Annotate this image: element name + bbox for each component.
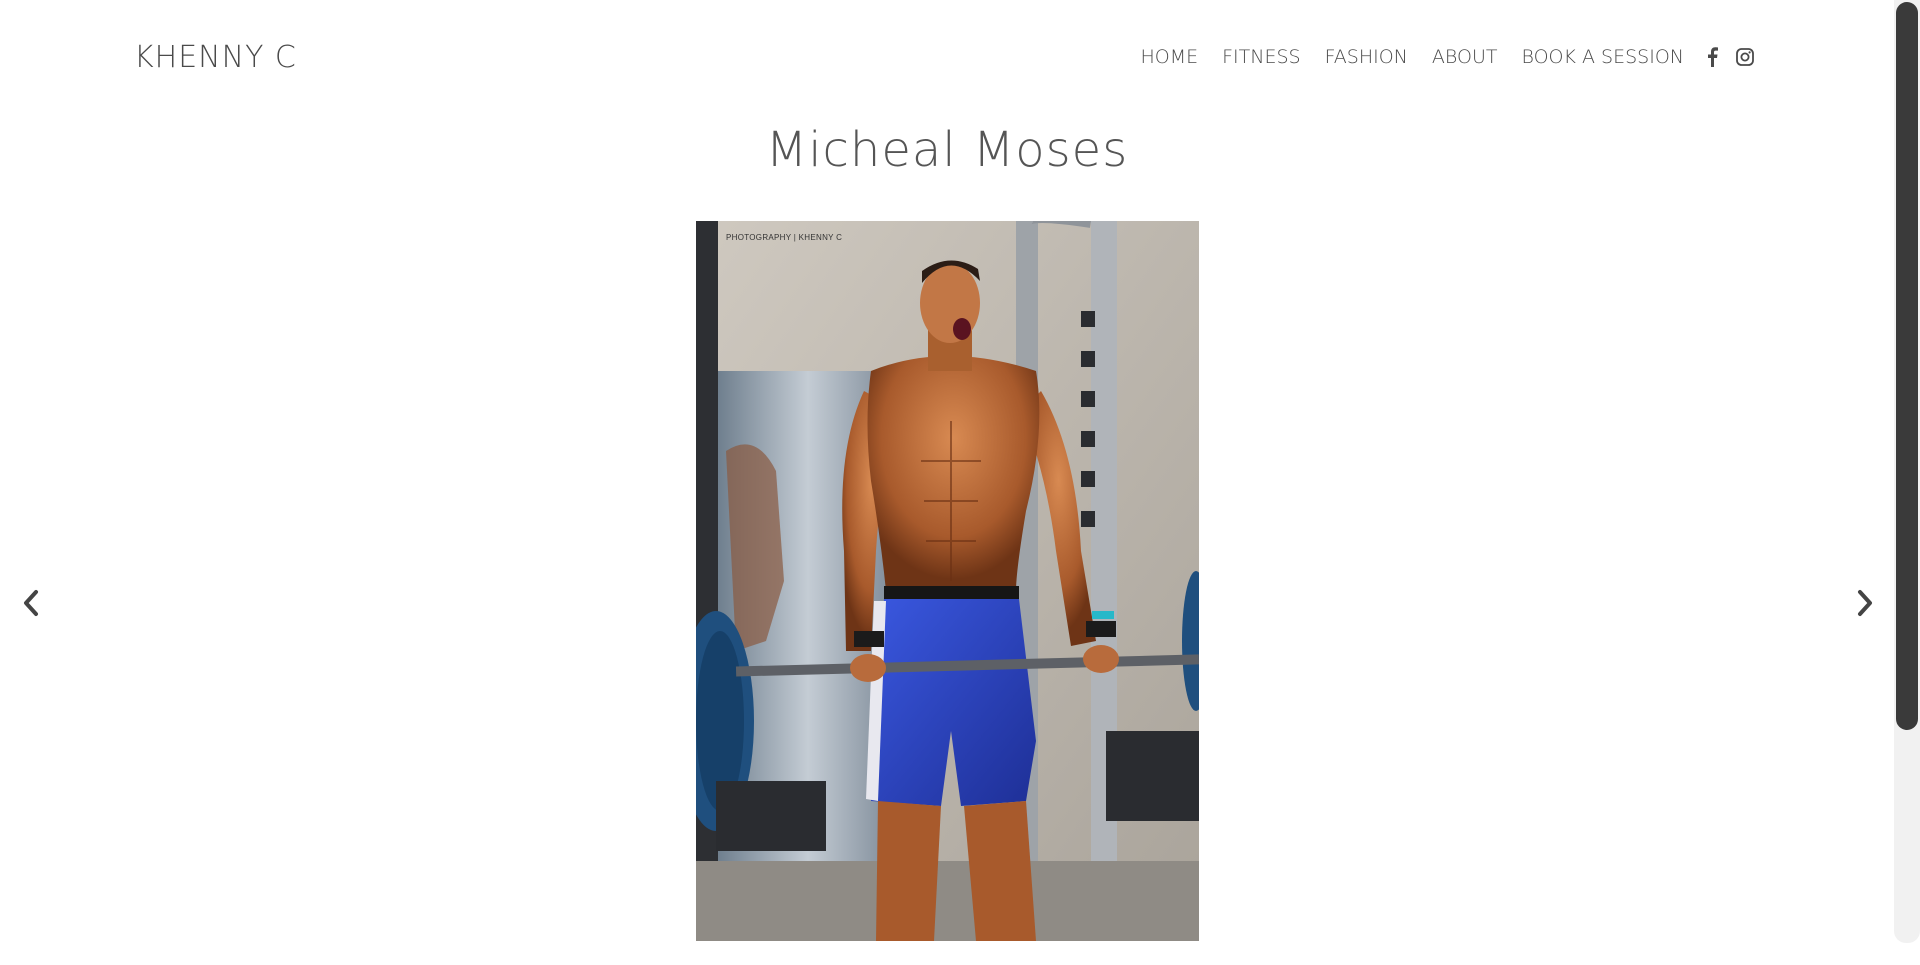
next-photo-button[interactable] [1850, 586, 1880, 620]
photo-watermark: PHOTOGRAPHY | KHENNY C [726, 233, 843, 242]
page: KHENNY C HOME FITNESS FASHION ABOUT BOOK… [0, 0, 1920, 965]
site-logo[interactable]: KHENNY C [134, 40, 297, 75]
chevron-right-icon [1858, 590, 1872, 616]
gallery-photo[interactable]: PHOTOGRAPHY | KHENNY C [696, 221, 1199, 941]
nav-fashion[interactable]: FASHION [1325, 46, 1408, 68]
social-links [1706, 47, 1754, 67]
chevron-left-icon [24, 590, 38, 616]
main-nav: HOME FITNESS FASHION ABOUT BOOK A SESSIO… [1140, 46, 1754, 68]
gallery-title: Micheal Moses [765, 122, 1129, 178]
previous-photo-button[interactable] [16, 586, 46, 620]
nav-home[interactable]: HOME [1140, 46, 1198, 68]
nav-about[interactable]: ABOUT [1432, 46, 1498, 68]
instagram-icon[interactable] [1736, 48, 1754, 66]
facebook-icon[interactable] [1706, 47, 1718, 67]
nav-book-a-session[interactable]: BOOK A SESSION [1521, 46, 1684, 68]
photo-illustration [696, 221, 1199, 941]
nav-fitness[interactable]: FITNESS [1222, 46, 1300, 68]
page-scrollbar[interactable] [1894, 0, 1920, 943]
scrollbar-thumb[interactable] [1896, 2, 1918, 730]
